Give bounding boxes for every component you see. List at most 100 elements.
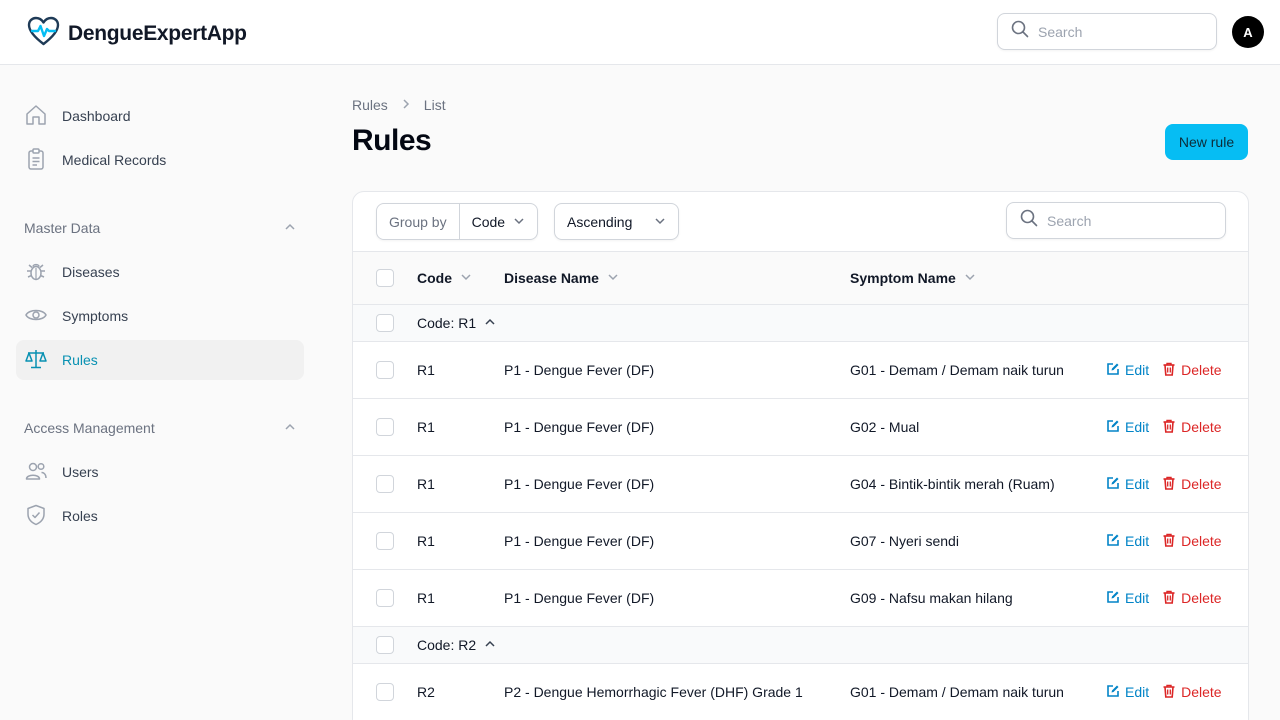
sidebar-item-diseases[interactable]: Diseases xyxy=(16,252,304,292)
sidebar-item-medical-records[interactable]: Medical Records xyxy=(16,140,304,180)
group-by-select[interactable]: Group by Code xyxy=(376,203,539,240)
edit-button[interactable]: Edit xyxy=(1106,590,1149,607)
delete-label: Delete xyxy=(1181,590,1222,606)
sidebar: Dashboard Medical Records Master Data Di… xyxy=(0,65,320,720)
delete-label: Delete xyxy=(1181,684,1222,700)
row-checkbox[interactable] xyxy=(376,418,394,436)
column-header-disease[interactable]: Disease Name xyxy=(504,270,619,286)
delete-button[interactable]: Delete xyxy=(1162,362,1222,379)
row-actions: Edit Delete xyxy=(1106,590,1222,607)
edit-button[interactable]: Edit xyxy=(1106,533,1149,550)
global-search[interactable] xyxy=(997,13,1217,50)
search-icon xyxy=(1011,20,1029,43)
table-row: R1 P1 - Dengue Fever (DF) G04 - Bintik-b… xyxy=(353,456,1248,513)
sort-direction-select[interactable]: Ascending xyxy=(554,203,679,240)
delete-button[interactable]: Delete xyxy=(1162,476,1222,493)
users-icon xyxy=(24,459,48,486)
top-bar: DengueExpertApp A xyxy=(0,0,1280,65)
edit-icon xyxy=(1106,476,1120,493)
new-rule-button[interactable]: New rule xyxy=(1165,124,1248,160)
delete-button[interactable]: Delete xyxy=(1162,684,1222,701)
trash-icon xyxy=(1162,684,1176,701)
edit-label: Edit xyxy=(1125,684,1150,700)
rules-table-card: Group by Code Ascending Code Disease Nam… xyxy=(352,191,1249,720)
sidebar-item-label: Medical Records xyxy=(62,152,167,168)
row-checkbox[interactable] xyxy=(376,589,394,607)
brand[interactable]: DengueExpertApp xyxy=(27,16,247,51)
scale-icon xyxy=(24,347,48,374)
delete-label: Delete xyxy=(1181,362,1222,378)
column-header-symptom[interactable]: Symptom Name xyxy=(850,270,976,286)
row-actions: Edit Delete xyxy=(1106,684,1222,701)
chevron-down-icon xyxy=(513,214,525,230)
table-row: R1 P1 - Dengue Fever (DF) G09 - Nafsu ma… xyxy=(353,570,1248,627)
chevron-down-icon xyxy=(654,214,666,230)
edit-icon xyxy=(1106,362,1120,379)
table-search[interactable] xyxy=(1006,202,1226,239)
edit-button[interactable]: Edit xyxy=(1106,362,1149,379)
row-checkbox[interactable] xyxy=(376,361,394,379)
group-master-data[interactable]: Master Data xyxy=(24,220,296,236)
column-label: Disease Name xyxy=(504,270,599,286)
table-row: R1 P1 - Dengue Fever (DF) G01 - Demam / … xyxy=(353,342,1248,399)
delete-button[interactable]: Delete xyxy=(1162,590,1222,607)
group-checkbox[interactable] xyxy=(376,636,394,654)
edit-label: Edit xyxy=(1125,590,1150,606)
breadcrumb-link-rules[interactable]: Rules xyxy=(352,97,388,113)
cell-code: R1 xyxy=(417,590,435,606)
sidebar-item-roles[interactable]: Roles xyxy=(16,496,304,536)
cell-code: R1 xyxy=(417,476,435,492)
table-row: R1 P1 - Dengue Fever (DF) G07 - Nyeri se… xyxy=(353,513,1248,570)
app-name: DengueExpertApp xyxy=(68,21,247,45)
group-checkbox[interactable] xyxy=(376,314,394,332)
edit-label: Edit xyxy=(1125,419,1150,435)
trash-icon xyxy=(1162,533,1176,550)
global-search-input[interactable] xyxy=(1038,23,1198,40)
edit-button[interactable]: Edit xyxy=(1106,476,1149,493)
sidebar-item-symptoms[interactable]: Symptoms xyxy=(16,296,304,336)
chevron-up-icon xyxy=(484,315,496,331)
cell-code: R2 xyxy=(417,684,435,700)
cell-disease: P1 - Dengue Fever (DF) xyxy=(504,362,655,378)
avatar[interactable]: A xyxy=(1232,16,1264,48)
edit-button[interactable]: Edit xyxy=(1106,684,1149,701)
trash-icon xyxy=(1162,476,1176,493)
group-by-value[interactable]: Code xyxy=(460,204,537,239)
trash-icon xyxy=(1162,419,1176,436)
cell-disease: P2 - Dengue Hemorrhagic Fever (DHF) Grad… xyxy=(504,684,803,700)
table-search-input[interactable] xyxy=(1047,212,1207,229)
sidebar-item-label: Symptoms xyxy=(62,308,129,324)
column-header-code[interactable]: Code xyxy=(417,270,472,286)
edit-label: Edit xyxy=(1125,476,1150,492)
chevron-down-icon xyxy=(964,270,976,286)
sidebar-item-label: Roles xyxy=(62,508,98,524)
cell-symptom: G01 - Demam / Demam naik turun xyxy=(850,684,1064,700)
cell-disease: P1 - Dengue Fever (DF) xyxy=(504,476,655,492)
delete-button[interactable]: Delete xyxy=(1162,533,1222,550)
group-toggle[interactable]: Code: R2 xyxy=(417,637,496,653)
group-toggle[interactable]: Code: R1 xyxy=(417,315,496,331)
row-checkbox[interactable] xyxy=(376,532,394,550)
edit-icon xyxy=(1106,533,1120,550)
chevron-up-icon xyxy=(284,220,296,236)
table-row: R2 P2 - Dengue Hemorrhagic Fever (DHF) G… xyxy=(353,664,1248,720)
sidebar-item-label: Dashboard xyxy=(62,108,131,124)
row-checkbox[interactable] xyxy=(376,683,394,701)
edit-button[interactable]: Edit xyxy=(1106,419,1149,436)
row-actions: Edit Delete xyxy=(1106,533,1222,550)
row-checkbox[interactable] xyxy=(376,475,394,493)
chevron-down-icon xyxy=(607,270,619,286)
group-by-selected: Code xyxy=(471,213,506,230)
select-all-checkbox[interactable] xyxy=(376,269,394,287)
cell-code: R1 xyxy=(417,362,435,378)
group-access-management[interactable]: Access Management xyxy=(24,420,296,436)
trash-icon xyxy=(1162,590,1176,607)
sidebar-item-users[interactable]: Users xyxy=(16,452,304,492)
chevron-up-icon xyxy=(484,637,496,653)
sidebar-item-rules[interactable]: Rules xyxy=(16,340,304,380)
delete-label: Delete xyxy=(1181,476,1222,492)
delete-button[interactable]: Delete xyxy=(1162,419,1222,436)
edit-icon xyxy=(1106,684,1120,701)
cell-disease: P1 - Dengue Fever (DF) xyxy=(504,590,655,606)
sidebar-item-dashboard[interactable]: Dashboard xyxy=(16,96,304,136)
